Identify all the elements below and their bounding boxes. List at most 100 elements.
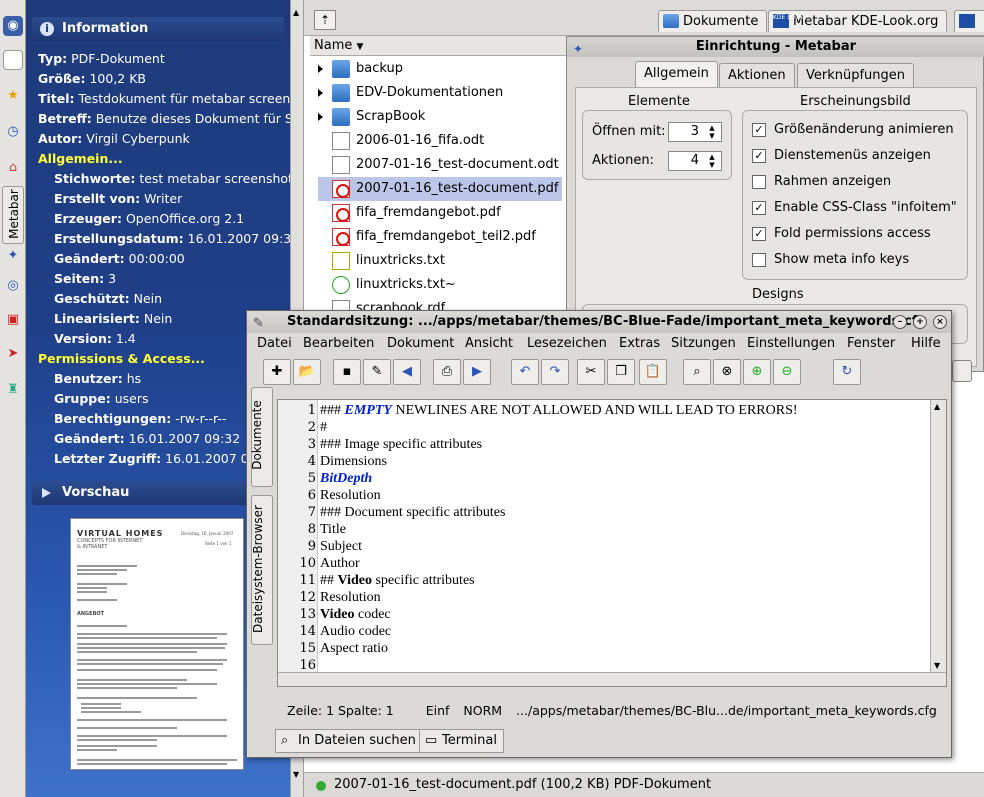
scroll-up-arrow[interactable]: ▲ — [934, 402, 940, 411]
information-header[interactable]: i Information — [32, 17, 284, 41]
menu-dokument[interactable]: Dokument — [387, 336, 454, 351]
tab-kde-look-2[interactable] — [954, 10, 984, 32]
copy-icon[interactable]: ❐ — [607, 359, 635, 385]
metabar-logo-icon[interactable]: ✦ — [3, 246, 23, 266]
menu-extras[interactable]: Extras — [619, 336, 660, 351]
back-icon[interactable]: ◀ — [393, 359, 421, 385]
code-editor[interactable]: 1 2 3 4 5 6 7 8 9 10 11 12 13 14 15 16 ### EMPTY NEWLIN… — [277, 399, 947, 687]
info-row: Autor: Virgil Cyberpunk — [38, 131, 190, 146]
dialog-ok-button[interactable] — [952, 360, 972, 382]
maximize-button[interactable]: + — [913, 315, 927, 329]
tab-dateisystem-browser[interactable]: Dateisystem-Browser — [251, 495, 273, 645]
tab-aktionen[interactable]: Aktionen — [719, 63, 795, 87]
scroll-down-arrow[interactable]: ▼ — [934, 661, 940, 670]
spin-arrows-icon[interactable]: ▲ ▼ — [705, 124, 719, 140]
home-icon[interactable]: ⌂ — [3, 158, 23, 178]
find-icon[interactable]: ⌕ — [683, 359, 711, 385]
list-item[interactable]: ScrapBook — [318, 105, 425, 129]
checkbox-service-menus[interactable]: ✓ Dienstemenüs anzeigen — [752, 144, 931, 168]
tab-terminal[interactable]: ▭ Terminal — [419, 729, 504, 753]
appearance-group-title: Erscheinungsbild — [800, 94, 911, 109]
expand-arrow-icon[interactable] — [318, 65, 323, 73]
kate-editor-window: ✎ Standardsitzung: .../apps/metabar/them… — [246, 310, 952, 758]
kate-title-bar[interactable]: ✎ Standardsitzung: .../apps/metabar/them… — [247, 311, 951, 333]
cut-icon[interactable]: ✂ — [577, 359, 605, 385]
history-icon[interactable]: ◷ — [3, 122, 23, 142]
undo-icon[interactable]: ↶ — [511, 359, 539, 385]
new-file-icon[interactable]: ✚ — [263, 359, 291, 385]
devices-icon[interactable]: ▣ — [3, 310, 23, 330]
services-icon[interactable]: ➤ — [3, 344, 23, 364]
horizontal-scrollbar[interactable] — [278, 672, 946, 686]
network-icon[interactable]: ◎ — [3, 276, 23, 296]
checkbox-show-frame[interactable]: Rahmen anzeigen — [752, 170, 891, 194]
code-line: Audio codec — [320, 624, 392, 639]
list-item[interactable]: backup — [318, 57, 403, 81]
scroll-up-arrow[interactable]: ▲ — [293, 8, 301, 18]
checkbox-meta-keys[interactable]: Show meta info keys — [752, 248, 909, 272]
menu-hilfe[interactable]: Hilfe — [911, 336, 941, 351]
expand-arrow-icon[interactable] — [318, 89, 323, 97]
scroll-down-arrow[interactable]: ▼ — [293, 770, 301, 780]
open-with-spinbox[interactable]: 3 ▲ ▼ — [668, 122, 722, 142]
tab-verknuepfungen[interactable]: Verknüpfungen — [797, 63, 915, 87]
designs-group-title: Designs — [752, 287, 804, 302]
name-column-header[interactable]: Name ▼ — [310, 36, 566, 56]
tab-allgemein[interactable]: Allgemein — [635, 61, 718, 87]
menu-bearbeiten[interactable]: Bearbeiten — [303, 336, 374, 351]
folder-up-icon[interactable]: ⇡ — [314, 10, 336, 30]
list-item[interactable]: 2007-01-16_test-document.odt — [318, 153, 559, 177]
close-button[interactable]: × — [933, 315, 947, 329]
elements-group-title: Elemente — [628, 94, 690, 109]
menu-datei[interactable]: Datei — [257, 336, 292, 351]
menu-fenster[interactable]: Fenster — [847, 336, 895, 351]
metabar-sidebar-tab[interactable]: Metabar — [2, 186, 24, 244]
dialog-title[interactable]: ✦ Einrichtung - Metabar — [567, 37, 984, 57]
menu-sitzungen[interactable]: Sitzungen — [671, 336, 736, 351]
bookmarks-icon[interactable]: ★ — [3, 86, 23, 106]
save-icon[interactable]: ▪ — [333, 359, 361, 385]
list-item-selected[interactable]: 2007-01-16_test-document.pdf — [318, 177, 562, 201]
list-item[interactable]: fifa_fremdangebot.pdf — [318, 201, 501, 225]
list-item[interactable]: fifa_fremdangebot_teil2.pdf — [318, 225, 536, 249]
minimize-button[interactable]: – — [893, 315, 907, 329]
media-icon[interactable]: ♜ — [3, 380, 23, 400]
reload-icon[interactable]: ↻ — [833, 359, 861, 385]
list-item[interactable]: 2006-01-16_fifa.odt — [318, 129, 484, 153]
file-manager-status-bar: 2007-01-16_test-document.pdf (100,2 KB) … — [304, 772, 984, 797]
open-folder-icon[interactable]: 📂 — [293, 359, 321, 385]
list-item[interactable]: linuxtricks.txt~ — [318, 273, 456, 297]
menu-einstellungen[interactable]: Einstellungen — [747, 336, 835, 351]
checkbox-resize-animate[interactable]: ✓ Größenänderung animieren — [752, 118, 954, 142]
vertical-scrollbar[interactable]: ▲ ▼ — [930, 400, 946, 672]
stop-icon[interactable]: ⊗ — [713, 359, 741, 385]
checkbox-fold-permissions[interactable]: ✓ Fold permissions access — [752, 222, 931, 246]
actions-spinbox[interactable]: 4 ▲ ▼ — [668, 151, 722, 171]
list-item[interactable]: EDV-Dokumentationen — [318, 81, 503, 105]
menu-lesezeichen[interactable]: Lesezeichen — [527, 336, 607, 351]
tab-in-dateien-suchen[interactable]: ⌕ In Dateien suchen — [275, 729, 423, 753]
section-general-link[interactable]: Allgemein... — [38, 149, 123, 169]
tab-dokumente[interactable]: Dokumente — [658, 10, 768, 32]
redo-icon[interactable]: ↷ — [541, 359, 569, 385]
menu-ansicht[interactable]: Ansicht — [465, 336, 513, 351]
info-row: Linearisiert: Nein — [54, 311, 173, 326]
zoom-out-icon[interactable]: ⊖ — [773, 359, 801, 385]
tab-metabar-kde-look[interactable]: KDE LOOK Metabar KDE-Look.org — [768, 10, 948, 32]
tab-dokumente-side[interactable]: Dokumente — [250, 387, 273, 487]
section-permissions-link[interactable]: Permissions & Access... — [38, 349, 205, 369]
zoom-in-icon[interactable]: ⊕ — [743, 359, 771, 385]
expand-arrow-icon[interactable] — [318, 113, 323, 121]
document-preview[interactable]: VIRTUAL HOMES CONCEPTS FOR INTERNET & IN… — [70, 518, 244, 770]
save-as-icon[interactable]: ✎ — [363, 359, 391, 385]
konqueror-icon[interactable]: ◉ — [3, 16, 23, 36]
print-icon[interactable]: ⎙ — [433, 359, 461, 385]
list-item[interactable]: linuxtricks.txt — [318, 249, 445, 273]
notes-icon[interactable] — [3, 50, 23, 70]
info-row: Benutzer: hs — [54, 371, 142, 386]
checkbox-css-class[interactable]: ✓ Enable CSS-Class "infoitem" — [752, 196, 957, 220]
spin-arrows-icon[interactable]: ▲ ▼ — [705, 153, 719, 169]
code-line: # — [320, 420, 327, 435]
forward-icon[interactable]: ▶ — [463, 359, 491, 385]
paste-icon[interactable]: 📋 — [639, 359, 667, 385]
